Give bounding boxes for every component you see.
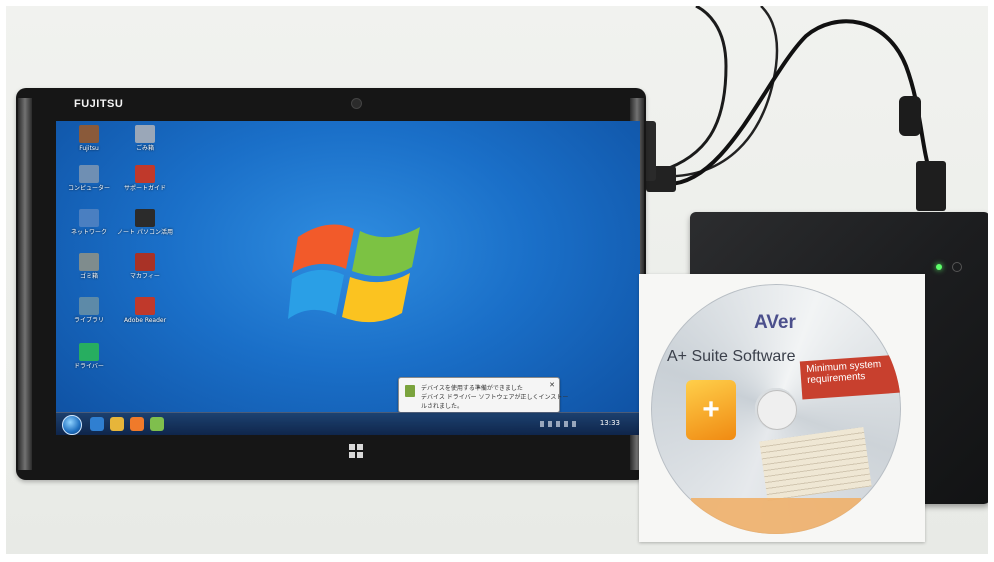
desktop-icon[interactable]: Fujitsu [60, 125, 118, 152]
system-tray[interactable] [540, 421, 580, 427]
desktop-icon-label: ドライバー [74, 363, 104, 370]
desktop-icon[interactable]: サポートガイド [116, 165, 174, 192]
notification-line-3: ルされました。 [421, 403, 464, 410]
eject-button[interactable] [952, 262, 962, 272]
desktop-icon-glyph [79, 125, 99, 143]
tablet-device: FUJITSU Fujitsu ごみ箱コンピューター サポートガイドネットワーク ノー… [16, 88, 646, 480]
desktop-icon-glyph [79, 343, 99, 361]
cd-brand-logo: AVer [754, 312, 796, 333]
desktop-icon[interactable]: ネットワーク [60, 209, 118, 236]
desktop-icon[interactable]: ドライバー [60, 343, 118, 370]
ie-icon[interactable] [90, 417, 104, 431]
desktop-icon-glyph [135, 209, 155, 227]
cd-requirements-ribbon: Minimum system requirements [799, 354, 901, 400]
taskbar: 13:33 [56, 412, 640, 435]
desktop-icon-glyph [79, 297, 99, 315]
camera-icon [351, 98, 362, 109]
desktop-icon[interactable]: ごみ箱 [116, 125, 174, 152]
desktop-icon-glyph [135, 165, 155, 183]
desktop-icon-label: Adobe Reader [123, 317, 167, 324]
device-ready-notification[interactable]: デバイスを使用する準備ができました デバイス ドライバー ソフトウェアが正しくイ… [398, 377, 568, 413]
desktop-icon-glyph [79, 253, 99, 271]
desktop-icon-label: マカフィー [130, 273, 160, 280]
clock: 13:33 [599, 419, 620, 427]
usb-device-icon [405, 385, 415, 397]
cd-center-hole [757, 390, 797, 430]
software-cd: AVer A+ Suite Software + Minimum system … [651, 284, 901, 534]
windows-button-icon[interactable] [349, 444, 363, 458]
desktop-icon-label: ネットワーク [70, 229, 107, 236]
tablet-screen: Fujitsu ごみ箱コンピューター サポートガイドネットワーク ノート パソコン活用… [56, 121, 640, 435]
photo-scene: FUJITSU Fujitsu ごみ箱コンピューター サポートガイドネットワーク ノー… [6, 6, 988, 554]
desktop-icon-label: ライブラリ [73, 317, 104, 324]
desktop-icon-glyph [135, 253, 155, 271]
desktop-icon[interactable]: Adobe Reader [116, 297, 174, 324]
desktop-icon[interactable]: ノート パソコン活用 [116, 209, 174, 236]
desktop-icon[interactable]: コンピューター [60, 165, 118, 192]
cd-footer-band [691, 498, 861, 534]
desktop-icon-label: Fujitsu [79, 145, 99, 152]
tablet-brand-logo: FUJITSU [74, 98, 124, 110]
power-led-icon [936, 264, 942, 270]
desktop-icon-label: コンピューター [67, 185, 110, 192]
desktop-icon-glyph [79, 165, 99, 183]
cd-title: A+ Suite Software [667, 348, 796, 365]
desktop-icon-label: ごみ箱 [135, 145, 154, 152]
tablet-left-bezel [18, 98, 32, 470]
desktop-icon-glyph [79, 209, 99, 227]
desktop-icon[interactable]: ライブラリ [60, 297, 118, 324]
explorer-icon[interactable] [110, 417, 124, 431]
desktop-icon-label: サポートガイド [123, 185, 166, 192]
desktop-icon-glyph [135, 297, 155, 315]
close-icon[interactable]: ✕ [549, 381, 555, 389]
a-plus-logo-icon: + [686, 380, 736, 440]
cd-requirements-note [759, 426, 872, 502]
desktop-icon[interactable]: ゴミ箱 [60, 253, 118, 280]
desktop-icon-glyph [135, 125, 155, 143]
notification-line-2: デバイス ドライバー ソフトウェアが正しくインストー [421, 394, 569, 401]
desktop-icon[interactable]: マカフィー [116, 253, 174, 280]
notification-line-1: デバイスを使用する準備ができました [421, 385, 523, 392]
windows-logo-icon [288, 224, 420, 323]
media-player-icon[interactable] [130, 417, 144, 431]
desktop-icon-label: ゴミ箱 [79, 273, 98, 280]
start-button[interactable] [62, 415, 82, 435]
desktop-icon-label: ノート パソコン活用 [117, 229, 173, 236]
app-icon[interactable] [150, 417, 164, 431]
